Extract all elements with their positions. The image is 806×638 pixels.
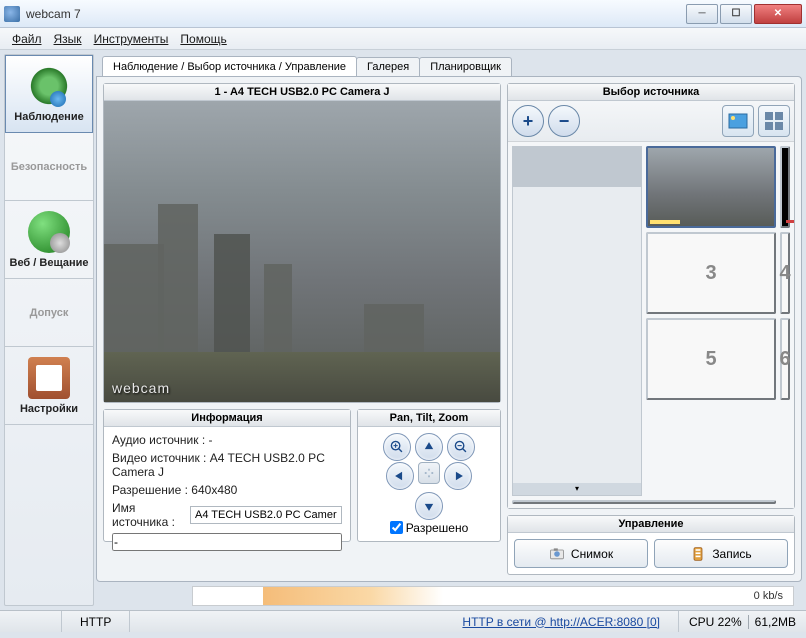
sidebar-label: Допуск: [30, 307, 69, 319]
sidebar-item-security[interactable]: Безопасность: [5, 133, 93, 201]
status-http: HTTP: [62, 611, 130, 632]
titlebar: webcam 7 ─ ☐ ✕: [0, 0, 806, 28]
source-thumb-empty[interactable]: [512, 500, 776, 504]
sidebar-label: Безопасность: [11, 161, 87, 173]
grid-view-button[interactable]: [758, 105, 790, 137]
add-source-button[interactable]: +: [512, 105, 544, 137]
sidebar-label: Веб / Вещание: [10, 257, 89, 269]
source-selector-panel: Выбор источника + −: [507, 83, 795, 509]
bandwidth-strip: 0 kb/s: [192, 586, 794, 606]
sidebar-item-web[interactable]: Веб / Вещание: [5, 201, 93, 279]
remove-source-button[interactable]: −: [548, 105, 580, 137]
ptz-allowed-check[interactable]: Разрешено: [390, 521, 469, 535]
pan-up-button[interactable]: [415, 433, 443, 461]
window-title: webcam 7: [26, 7, 686, 21]
record-button[interactable]: Запись: [654, 539, 788, 568]
info-video: Видео источник : A4 TECH USB2.0 PC Camer…: [112, 451, 342, 479]
source-name-label: Имя источника :: [112, 501, 186, 529]
source-thumb-4[interactable]: 4: [780, 232, 790, 314]
video-panel: 1 - A4 TECH USB2.0 PC Camera J webcam: [103, 83, 501, 403]
info-panel: Информация Аудио источник : - Видео исто…: [103, 409, 351, 542]
source-thumb-1[interactable]: [646, 146, 776, 228]
menu-file[interactable]: Файл: [12, 32, 42, 46]
sidebar-item-access[interactable]: Допуск: [5, 279, 93, 347]
menubar: Файл Язык Инструменты Помощь: [0, 28, 806, 50]
sidebar: Наблюдение Безопасность Веб / Вещание До…: [4, 54, 94, 606]
info-resolution: Разрешение : 640x480: [112, 483, 342, 497]
status-mem: 61,2MB: [755, 615, 796, 629]
close-button[interactable]: ✕: [754, 4, 802, 24]
single-view-button[interactable]: [722, 105, 754, 137]
video-title: 1 - A4 TECH USB2.0 PC Camera J: [104, 84, 500, 101]
camera-icon: [549, 546, 565, 562]
status-http-link[interactable]: HTTP в сети @ http://ACER:8080 [0]: [462, 615, 660, 629]
ptz-home-button[interactable]: [418, 462, 440, 484]
source-desc-input[interactable]: [112, 533, 342, 551]
info-audio: Аудио источник : -: [112, 433, 342, 447]
app-icon: [4, 6, 20, 22]
source-scrollbar[interactable]: ▴▾: [512, 146, 642, 496]
menu-tools[interactable]: Инструменты: [94, 32, 169, 46]
ptz-allowed-label: Разрешено: [406, 521, 469, 535]
source-thumb-5[interactable]: 5: [646, 318, 776, 400]
status-cpu: CPU 22%: [689, 615, 742, 629]
snapshot-button[interactable]: Снимок: [514, 539, 648, 568]
maximize-button[interactable]: ☐: [720, 4, 752, 24]
statusbar: HTTP HTTP в сети @ http://ACER:8080 [0] …: [0, 610, 806, 632]
zoom-out-button[interactable]: [447, 433, 475, 461]
source-thumb-6[interactable]: 6: [780, 318, 790, 400]
bandwidth-bar: [263, 587, 443, 605]
pan-down-button[interactable]: [415, 492, 443, 520]
camera-icon: [28, 65, 70, 107]
source-thumb-3[interactable]: 3: [646, 232, 776, 314]
sidebar-item-settings[interactable]: Настройки: [5, 347, 93, 425]
ptz-title: Pan, Tilt, Zoom: [358, 410, 500, 427]
clipboard-icon: [28, 357, 70, 399]
menu-language[interactable]: Язык: [54, 32, 82, 46]
pan-left-button[interactable]: [386, 462, 414, 490]
ptz-allowed-checkbox[interactable]: [390, 521, 403, 534]
source-thumb-2[interactable]: [780, 146, 790, 228]
bandwidth-rate: 0 kb/s: [754, 590, 783, 602]
ptz-panel: Pan, Tilt, Zoom: [357, 409, 501, 542]
control-panel: Управление Снимок Запись: [507, 515, 795, 575]
control-title: Управление: [508, 516, 794, 533]
source-selector-title: Выбор источника: [508, 84, 794, 101]
minimize-button[interactable]: ─: [686, 4, 718, 24]
record-label: Запись: [712, 547, 751, 561]
pan-right-button[interactable]: [444, 462, 472, 490]
sidebar-item-surveillance[interactable]: Наблюдение: [5, 55, 93, 133]
zoom-in-button[interactable]: [383, 433, 411, 461]
sidebar-label: Настройки: [20, 403, 78, 415]
tab-gallery[interactable]: Галерея: [356, 57, 420, 76]
source-name-input[interactable]: [190, 506, 342, 524]
menu-help[interactable]: Помощь: [180, 32, 226, 46]
snapshot-label: Снимок: [571, 547, 613, 561]
tab-main[interactable]: Наблюдение / Выбор источника / Управлени…: [102, 56, 357, 76]
video-preview[interactable]: webcam: [104, 101, 500, 402]
info-title: Информация: [104, 410, 350, 427]
film-icon: [690, 546, 706, 562]
tab-bar: Наблюдение / Выбор источника / Управлени…: [96, 54, 802, 76]
globe-icon: [28, 211, 70, 253]
watermark: webcam: [112, 380, 170, 396]
tab-scheduler[interactable]: Планировщик: [419, 57, 512, 76]
sidebar-label: Наблюдение: [14, 111, 83, 123]
